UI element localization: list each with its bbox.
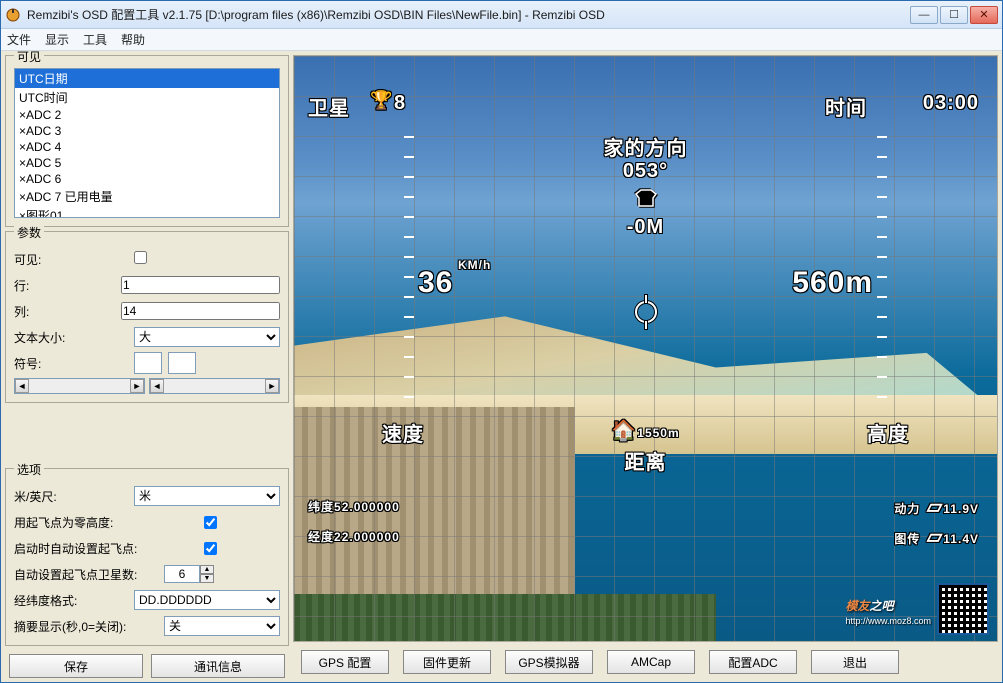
right-panel: 卫星 🏆 8 时间 03:00 家的方向 053° -0M 36 KM/h 速度 <box>293 55 998 678</box>
list-item[interactable]: UTC日期 <box>15 69 279 88</box>
osd-dist-label: 距离 <box>625 446 667 475</box>
osd-home-dist: -0M <box>627 216 664 239</box>
latlon-fmt-label: 经纬度格式: <box>14 592 134 609</box>
maximize-button[interactable]: ☐ <box>940 6 968 24</box>
osd-sat-label: 卫星 <box>308 92 350 121</box>
row-input[interactable] <box>121 276 280 294</box>
watermark-url: http://www.moz8.com <box>845 616 931 626</box>
osd-speed-unit: KM/h <box>458 260 491 271</box>
qr-code-icon <box>937 583 989 635</box>
sat-label: 自动设置起飞点卫星数: <box>14 566 164 583</box>
units-select[interactable]: 米 <box>134 486 280 506</box>
watermark: 模友之吧 http://www.moz8.com <box>845 583 989 635</box>
symbol-slot-1[interactable] <box>134 352 162 374</box>
params-group-title: 参数 <box>14 224 44 241</box>
list-item[interactable]: UTC时间 <box>15 88 279 107</box>
osd-alt-scale <box>877 136 887 416</box>
osd-home-dir-label: 家的方向 <box>604 132 688 161</box>
textsize-label: 文本大小: <box>14 329 134 346</box>
gps-sim-button[interactable]: GPS模拟器 <box>505 650 593 674</box>
symbol-label: 符号: <box>14 355 134 372</box>
col-label: 列: <box>14 303 121 320</box>
sat-down[interactable]: ▼ <box>200 574 214 583</box>
satellite-icon: 🏆 <box>370 90 393 111</box>
symbol-slot-2[interactable] <box>168 352 196 374</box>
visible-group-title: 可见 <box>14 51 44 65</box>
sat-input[interactable] <box>164 565 200 583</box>
symbol-scroll-2[interactable]: ◄► <box>149 378 280 394</box>
osd-home-bearing: 053° <box>623 160 668 183</box>
osd-alt-value: 560m <box>792 266 873 300</box>
osd-preview[interactable]: 卫星 🏆 8 时间 03:00 家的方向 053° -0M 36 KM/h 速度 <box>293 55 998 642</box>
zero-alt-label: 用起飞点为零高度: <box>14 514 204 531</box>
osd-speed-scale <box>404 136 414 416</box>
summary-label: 摘要显示(秒,0=关闭): <box>14 618 164 635</box>
bottom-button-bar: GPS 配置 固件更新 GPS模拟器 AMCap 配置ADC 退出 <box>293 646 998 678</box>
menu-tools[interactable]: 工具 <box>83 31 107 48</box>
zero-alt-checkbox[interactable] <box>204 516 217 529</box>
summary-select[interactable]: 关 <box>164 616 280 636</box>
symbol-scroll-1[interactable]: ◄► <box>14 378 145 394</box>
window-title: Remzibi's OSD 配置工具 v2.1.75 [D:\program f… <box>27 6 910 23</box>
osd-power: 动力 ▱11.9V <box>894 494 979 519</box>
crosshair-icon <box>635 301 657 323</box>
sat-up[interactable]: ▲ <box>200 565 214 574</box>
list-item[interactable]: ×ADC 5 <box>15 155 279 171</box>
osd-speed-label: 速度 <box>382 418 424 447</box>
osd-lon: 经度22.000000 <box>308 524 400 547</box>
adc-config-button[interactable]: 配置ADC <box>709 650 797 674</box>
osd-ground-alt: 🏠1550m <box>611 418 679 443</box>
auto-home-checkbox[interactable] <box>204 542 217 555</box>
row-label: 行: <box>14 277 121 294</box>
list-item[interactable]: ×ADC 2 <box>15 107 279 123</box>
list-item[interactable]: ×图形01 <box>15 206 279 218</box>
auto-home-label: 启动时自动设置起飞点: <box>14 540 204 557</box>
osd-time-value: 03:00 <box>923 92 979 115</box>
options-group: 选项 米/英尺: 米 用起飞点为零高度: 启动时自动设置起飞点: 自动设置起飞点… <box>5 468 289 646</box>
visible-group: 可见 UTC日期UTC时间×ADC 2×ADC 3×ADC 4×ADC 5×AD… <box>5 55 289 227</box>
list-item[interactable]: ×ADC 7 已用电量 <box>15 187 279 206</box>
amcap-button[interactable]: AMCap <box>607 650 695 674</box>
save-button[interactable]: 保存 <box>9 654 143 678</box>
watermark-brand: 模友之吧 <box>845 593 931 616</box>
osd-time-label: 时间 <box>825 92 867 121</box>
minimize-button[interactable]: — <box>910 6 938 24</box>
osd-overlay: 卫星 🏆 8 时间 03:00 家的方向 053° -0M 36 KM/h 速度 <box>294 56 997 641</box>
gps-config-button[interactable]: GPS 配置 <box>301 650 389 674</box>
exit-button[interactable]: 退出 <box>811 650 899 674</box>
list-item[interactable]: ×ADC 4 <box>15 139 279 155</box>
osd-alt-label: 高度 <box>867 418 909 447</box>
visible-label: 可见: <box>14 251 134 268</box>
units-label: 米/英尺: <box>14 488 134 505</box>
menu-help[interactable]: 帮助 <box>121 31 145 48</box>
textsize-select[interactable]: 大 <box>134 327 280 347</box>
visible-listbox[interactable]: UTC日期UTC时间×ADC 2×ADC 3×ADC 4×ADC 5×ADC 6… <box>14 68 280 218</box>
visible-checkbox[interactable] <box>134 251 147 264</box>
list-item[interactable]: ×ADC 3 <box>15 123 279 139</box>
close-button[interactable]: ✕ <box>970 6 998 24</box>
params-group: 参数 可见: 行: 列: 文本大小: 大 符号: <box>5 231 289 403</box>
sat-spinner[interactable]: ▲▼ <box>164 565 214 583</box>
comm-info-button[interactable]: 通讯信息 <box>151 654 285 678</box>
osd-speed-value: 36 <box>418 266 453 300</box>
menu-bar: 文件 显示 工具 帮助 <box>1 29 1002 51</box>
latlon-fmt-select[interactable]: DD.DDDDDD <box>134 590 280 610</box>
osd-lat: 纬度52.000000 <box>308 494 400 517</box>
menu-view[interactable]: 显示 <box>45 31 69 48</box>
menu-file[interactable]: 文件 <box>7 31 31 48</box>
left-panel: 可见 UTC日期UTC时间×ADC 2×ADC 3×ADC 4×ADC 5×AD… <box>5 55 289 678</box>
app-window: Remzibi's OSD 配置工具 v2.1.75 [D:\program f… <box>0 0 1003 683</box>
firmware-update-button[interactable]: 固件更新 <box>403 650 491 674</box>
client-area: 可见 UTC日期UTC时间×ADC 2×ADC 3×ADC 4×ADC 5×AD… <box>1 51 1002 682</box>
home-arrow-icon <box>633 188 659 208</box>
app-icon <box>5 7 21 23</box>
col-input[interactable] <box>121 302 280 320</box>
osd-sat-value: 8 <box>394 92 406 115</box>
osd-vtx: 图传 ▱11.4V <box>894 524 979 549</box>
title-bar[interactable]: Remzibi's OSD 配置工具 v2.1.75 [D:\program f… <box>1 1 1002 29</box>
options-group-title: 选项 <box>14 461 44 478</box>
list-item[interactable]: ×ADC 6 <box>15 171 279 187</box>
